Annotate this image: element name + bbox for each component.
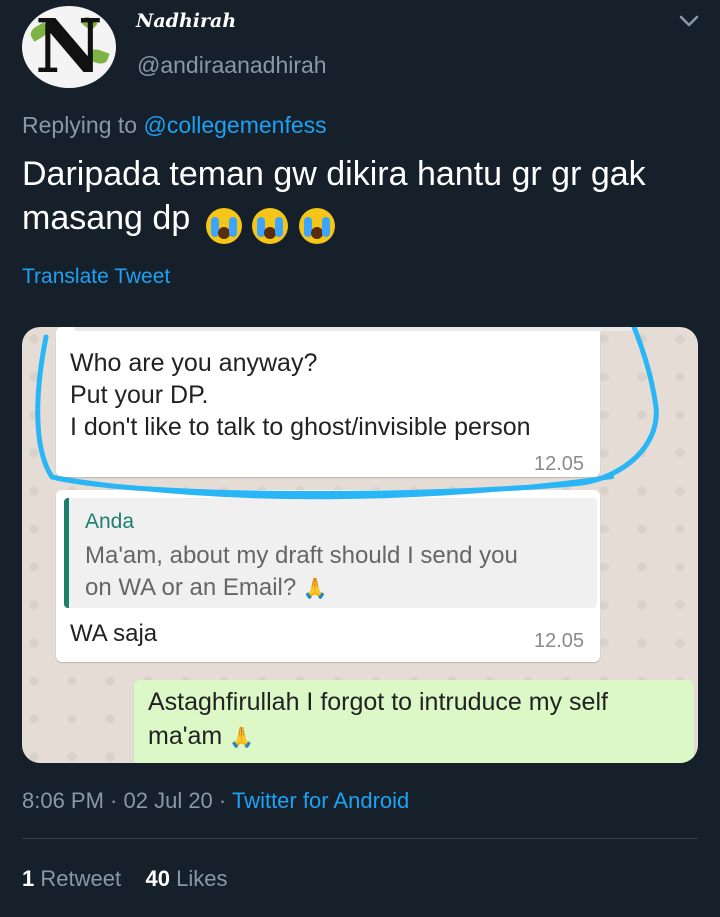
emoji-group [205,202,336,246]
avatar-letter: N [35,6,103,88]
message-line-2: ma'am 🙏 [148,722,254,751]
quote-author: Anda [85,510,135,533]
tweet-media-image[interactable]: Who are you anyway? Put your DP. I don't… [22,327,698,763]
meta-separator: · [103,788,124,813]
retweets-label: Retweet [40,866,122,891]
message-line: I don't like to talk to ghost/invisible … [70,413,531,441]
replying-prefix: Replying to [22,112,138,138]
chat-bubble-incoming: Anda Ma'am, about my draft should I send… [56,490,600,662]
message-line: Who are you anyway? [70,349,318,377]
chat-bubble-incoming: Who are you anyway? Put your DP. I don't… [56,327,634,477]
chevron-down-icon[interactable] [676,8,702,34]
translate-tweet-link[interactable]: Translate Tweet [22,265,170,289]
message-time: 12.05 [534,453,585,475]
message-time: 12.05 [534,630,585,652]
tweet-text: Daripada teman gw dikira hantu gr gr gak… [22,152,702,246]
crying-face-icon [205,208,242,245]
avatar[interactable]: N [22,6,116,88]
chat-bubble-outgoing: Astaghfirullah I forgot to intruduce my … [134,680,694,763]
meta-separator: · [212,788,232,813]
crying-face-icon [252,208,289,245]
likes-count: 40 [145,866,171,891]
user-handle[interactable]: @andiraanadhirah [137,52,327,79]
message-line: Put your DP. [70,381,209,409]
tweet-date: 02 Jul 20 [123,788,213,813]
tweet-time: 8:06 PM [22,788,104,813]
message-line: Astaghfirullah I forgot to intruduce my … [148,688,608,716]
quoted-message: Anda Ma'am, about my draft should I send… [64,498,597,608]
message-line: ma'am [148,722,223,750]
replying-mention-link[interactable]: @collegemenfess [143,112,326,138]
retweets-count: 1 [22,866,35,891]
likes-label: Likes [176,866,228,891]
folded-hands-icon: 🙏 [229,727,255,749]
crying-face-icon [298,208,335,245]
quote-line-2: on WA or an Email? 🙏 [85,574,328,602]
quote-line: Ma'am, about my draft should I send you [85,542,518,569]
quote-line: on WA or an Email? [85,574,297,601]
retweets-stat[interactable]: 1 Retweet [22,866,121,891]
tweet-stats: 1 Retweet 40 Likes [22,866,228,892]
folded-hands-icon: 🙏 [302,578,328,600]
display-name[interactable]: Nadhirah [136,10,236,32]
likes-stat[interactable]: 40 Likes [146,866,228,891]
divider [22,838,698,839]
previous-message-edge [74,327,634,331]
message-line: WA saja [70,620,158,647]
tweet-meta: 8:06 PM · 02 Jul 20 · Twitter for Androi… [22,788,409,814]
tweet-source-link[interactable]: Twitter for Android [232,788,409,813]
replying-to: Replying to @collegemenfess [22,112,327,139]
